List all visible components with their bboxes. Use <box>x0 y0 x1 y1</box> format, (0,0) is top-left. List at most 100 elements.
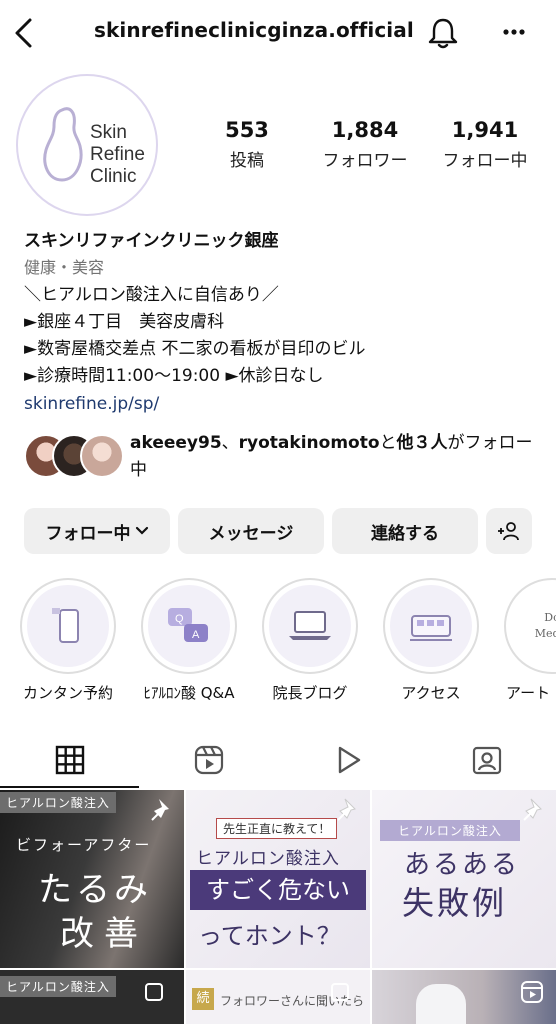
logo-text-clinic: Clinic <box>90 166 136 187</box>
clinic-logo: Skin Refine Clinic <box>43 107 145 187</box>
profile-category: 健康・美容 <box>24 258 105 277</box>
posts-count[interactable]: 553 投稿 <box>192 118 302 171</box>
following-button[interactable]: フォロー中 <box>24 508 170 554</box>
highlight-thumb-text: Medic <box>534 627 556 640</box>
followed-by-text: akeeey95、ryotakinomotoと他３人がフォロー中 <box>130 430 544 484</box>
profile-tabs <box>0 732 556 788</box>
post-headline: たるみ <box>38 870 152 910</box>
contact-button[interactable]: 連絡する <box>332 508 478 554</box>
post-headline: すごく危ない <box>190 870 366 910</box>
carousel-icon <box>331 983 349 1001</box>
add-user-icon <box>498 522 519 541</box>
top-bar: skinrefineclinicginza.official <box>0 0 556 66</box>
doctor-icon: Do <box>544 611 556 624</box>
highlight-reservation[interactable]: カンタン予約 <box>12 578 124 703</box>
message-button[interactable]: メッセージ <box>178 508 324 554</box>
svg-text:Q: Q <box>175 613 184 625</box>
post-tag: ヒアルロン酸注入 <box>380 820 520 841</box>
pin-icon <box>523 798 542 821</box>
highlight-qa[interactable]: Q A ﾋｱﾙﾛﾝ酸 Q&A <box>133 578 245 703</box>
profile-name: スキンリファインクリニック銀座 <box>24 231 279 251</box>
mutual-user-2[interactable]: ryotakinomoto <box>239 433 380 453</box>
posts-count-label: 投稿 <box>230 151 264 171</box>
posts-count-value: 553 <box>225 118 269 142</box>
separator: 、 <box>221 433 239 453</box>
highlight-label: ﾋｱﾙﾛﾝ酸 Q&A <box>143 684 235 702</box>
post-thumbnail[interactable]: ヒアルロン酸注入 あるある 失敗例 <box>372 790 556 968</box>
tab-posts-grid[interactable] <box>0 732 139 788</box>
profile-website-link[interactable]: skinrefine.jp/sp/ <box>24 390 544 418</box>
mask-shape <box>416 984 466 1024</box>
post-headline: 失敗例 <box>402 884 508 922</box>
logo-text-skin: Skin <box>90 122 127 143</box>
following-count[interactable]: 1,941 フォロー中 <box>430 118 540 171</box>
posts-grid: ヒアルロン酸注入 ビフォーアフター たるみ 改善 先生正直に教えて！ ヒアルロン… <box>0 790 556 1024</box>
highlight-label: カンタン予約 <box>22 684 113 702</box>
profile-bio: スキンリファインクリニック銀座 健康・美容 ＼ヒアルロン酸注入に自信あり／ ►銀… <box>24 228 544 418</box>
grid-icon <box>55 745 84 775</box>
highlight-access[interactable]: アクセス <box>375 578 487 703</box>
post-subtitle: ビフォーアフター <box>16 836 152 854</box>
logo-text-refine: Refine <box>90 144 145 165</box>
carousel-icon <box>145 983 163 1001</box>
highlight-blog[interactable]: 院長ブログ <box>254 578 366 703</box>
phone-icon <box>52 608 79 643</box>
post-badge: 続 <box>192 988 214 1010</box>
bio-line: ►数寄屋橋交差点 不二家の看板が目印のビル <box>24 339 366 359</box>
pin-icon <box>337 798 356 821</box>
highlight-label: 院長ブログ <box>272 684 348 702</box>
post-thumbnail[interactable]: ヒアルロン酸注入 ビフォーアフター たるみ 改善 <box>0 790 184 968</box>
reels-icon <box>194 745 223 775</box>
post-headline: 改善 <box>60 914 148 954</box>
play-icon <box>338 746 360 774</box>
tab-tagged[interactable] <box>417 732 556 788</box>
profile-avatar[interactable]: Skin Refine Clinic <box>16 74 158 216</box>
following-count-value: 1,941 <box>451 118 519 142</box>
pin-icon <box>151 799 169 821</box>
post-badge: 先生正直に教えて！ <box>216 818 338 839</box>
svg-text:A: A <box>192 629 200 641</box>
highlight-label: アクセス <box>401 684 461 702</box>
post-thumbnail[interactable] <box>372 970 556 1024</box>
followers-count-value: 1,884 <box>331 118 399 142</box>
contact-button-label: 連絡する <box>371 523 439 544</box>
bio-line: ►銀座４丁目 美容皮膚科 <box>24 312 225 332</box>
followers-count-label: フォロワー <box>322 151 408 171</box>
post-thumbnail[interactable]: 続 フォロワーさんに聞いたら <box>186 970 370 1024</box>
and-text: と <box>379 433 397 453</box>
chevron-down-icon <box>135 526 148 535</box>
tab-videos[interactable] <box>278 732 417 788</box>
highlight-art[interactable]: Do Medic アート <box>496 578 556 703</box>
avatar <box>80 434 124 478</box>
mutual-follower-avatars <box>24 434 124 478</box>
post-headline: ヒアルロン酸注入 <box>196 849 340 869</box>
qa-chat-icon: Q A <box>168 608 208 642</box>
following-button-label: フォロー中 <box>45 523 131 544</box>
post-thumbnail[interactable]: 先生正直に教えて！ ヒアルロン酸注入 すごく危ない ってホント？ <box>186 790 370 968</box>
highlight-label: アート <box>506 684 551 702</box>
laptop-icon <box>289 611 331 640</box>
reels-icon <box>521 981 543 1003</box>
followed-by[interactable]: akeeey95、ryotakinomotoと他３人がフォロー中 <box>24 430 544 484</box>
post-headline: あるある <box>404 850 521 880</box>
mutual-user-1[interactable]: akeeey95 <box>130 433 222 453</box>
post-tag: ヒアルロン酸注入 <box>0 792 116 813</box>
post-headline: ってホント？ <box>198 922 341 950</box>
message-button-label: メッセージ <box>208 523 294 544</box>
post-thumbnail[interactable]: ヒアルロン酸注入 <box>0 970 184 1024</box>
notification-bell-icon[interactable] <box>426 16 460 50</box>
bio-line: ►診療時間11:00〜19:00 ►休診日なし <box>24 366 324 386</box>
train-icon <box>410 615 452 641</box>
others-count[interactable]: 他３人 <box>397 433 448 453</box>
tagged-user-icon <box>472 746 501 775</box>
bio-line: ＼ヒアルロン酸注入に自信あり／ <box>24 285 279 305</box>
add-user-button[interactable] <box>486 508 532 554</box>
back-arrow-icon[interactable] <box>10 16 38 50</box>
tab-reels[interactable] <box>139 732 278 788</box>
story-highlights: カンタン予約 Q A ﾋｱﾙﾛﾝ酸 Q&A 院長ブログ アクセス D Me アー… <box>0 578 556 708</box>
following-count-label: フォロー中 <box>442 151 528 171</box>
profile-username: skinrefineclinicginza.official <box>94 18 414 42</box>
more-options-icon[interactable] <box>498 20 530 44</box>
post-tag: ヒアルロン酸注入 <box>0 976 116 997</box>
followers-count[interactable]: 1,884 フォロワー <box>310 118 420 171</box>
